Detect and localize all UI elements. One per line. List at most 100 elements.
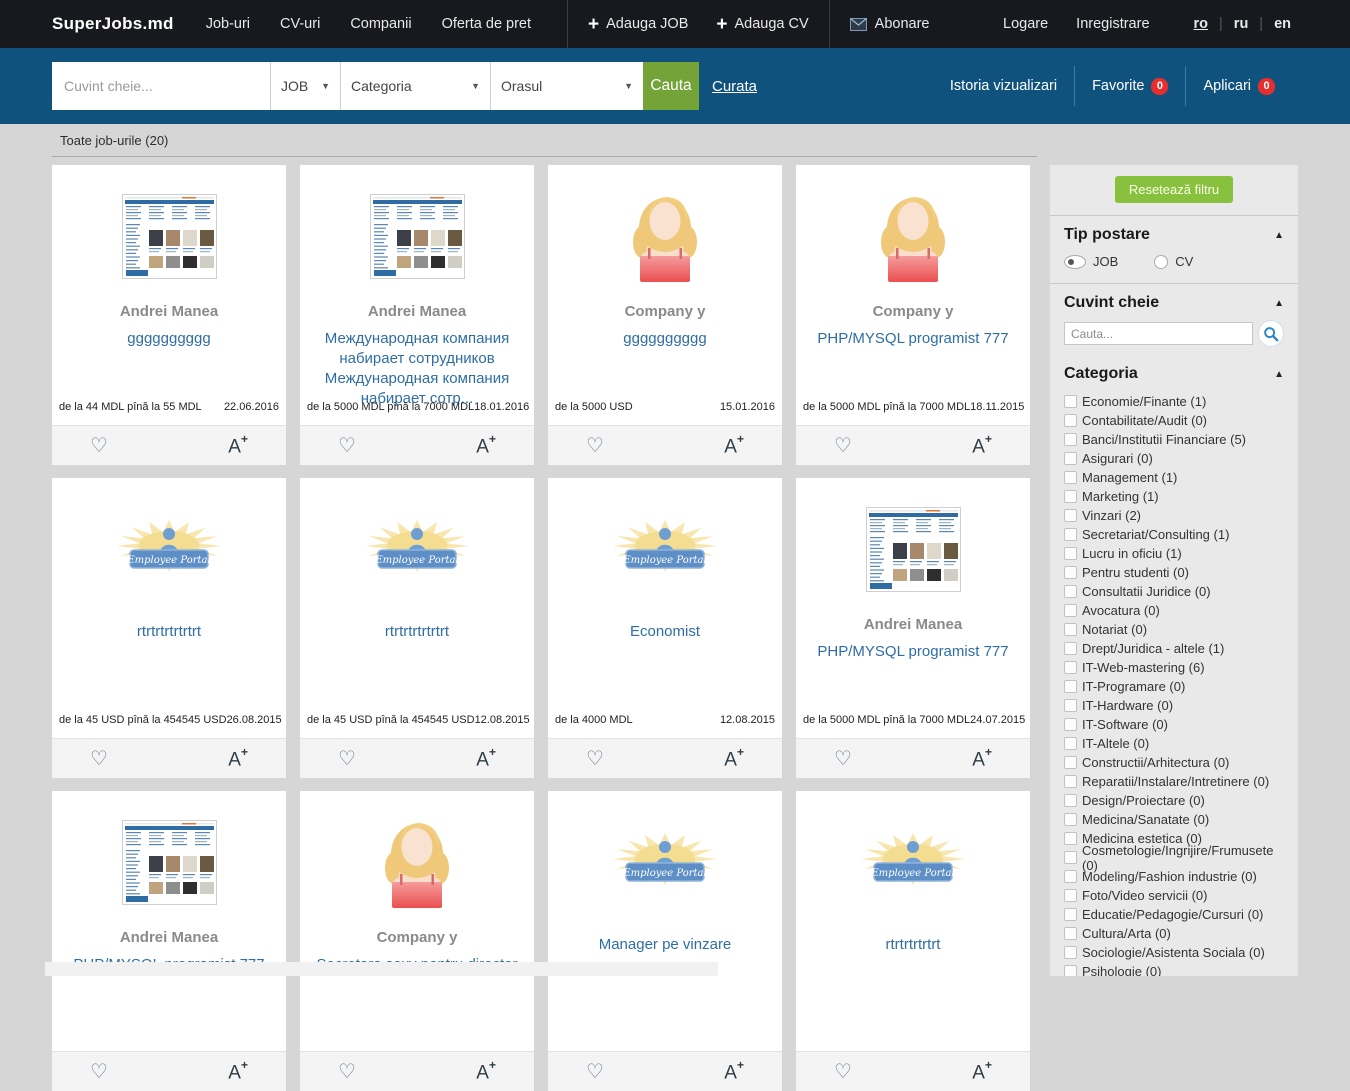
apply-icon[interactable]: A+: [476, 1061, 496, 1082]
category-checkbox-item[interactable]: Asigurari (0): [1064, 449, 1284, 468]
menu-item-oferta[interactable]: Oferta de pret: [442, 16, 531, 32]
category-checkbox-item[interactable]: Sociologie/Asistenta Sociala (0): [1064, 943, 1284, 962]
add-job-button[interactable]: + Adauga JOB: [588, 15, 688, 34]
apply-icon[interactable]: A+: [724, 1061, 744, 1082]
job-title-link[interactable]: gggggggggg: [52, 329, 286, 349]
checkbox-icon[interactable]: [1064, 395, 1077, 408]
category-checkbox-item[interactable]: Medicina/Sanatate (0): [1064, 810, 1284, 829]
post-type-radio-label[interactable]: CV: [1175, 254, 1193, 269]
category-checkbox-item[interactable]: Lucru in oficiu (1): [1064, 544, 1284, 563]
collapse-arrow-icon[interactable]: ▲: [1274, 369, 1284, 380]
apply-icon[interactable]: A+: [476, 748, 496, 769]
checkbox-icon[interactable]: [1064, 851, 1077, 864]
favorite-heart-icon[interactable]: ♡: [338, 1062, 356, 1082]
checkbox-icon[interactable]: [1064, 870, 1077, 883]
apply-icon[interactable]: A+: [972, 748, 992, 769]
category-checkbox-item[interactable]: Drept/Juridica - altele (1): [1064, 639, 1284, 658]
apply-icon[interactable]: A+: [724, 435, 744, 456]
collapse-arrow-icon[interactable]: ▲: [1274, 230, 1284, 241]
checkbox-icon[interactable]: [1064, 718, 1077, 731]
job-title-link[interactable]: rtrtrtrtrtrt: [796, 935, 1030, 955]
apply-icon[interactable]: A+: [228, 748, 248, 769]
login-link[interactable]: Logare: [1003, 16, 1048, 32]
checkbox-icon[interactable]: [1064, 547, 1077, 560]
favorite-heart-icon[interactable]: ♡: [586, 436, 604, 456]
category-checkbox-item[interactable]: Contabilitate/Audit (0): [1064, 411, 1284, 430]
lang-en[interactable]: en: [1270, 16, 1295, 32]
checkbox-icon[interactable]: [1064, 946, 1077, 959]
category-checkbox-item[interactable]: Foto/Video servicii (0): [1064, 886, 1284, 905]
category-checkbox-item[interactable]: Design/Proiectare (0): [1064, 791, 1284, 810]
checkbox-icon[interactable]: [1064, 699, 1077, 712]
job-card-image[interactable]: [548, 177, 782, 295]
apply-icon[interactable]: A+: [228, 1061, 248, 1082]
category-checkbox-item[interactable]: IT-Hardware (0): [1064, 696, 1284, 715]
lang-ru[interactable]: ru: [1230, 16, 1253, 32]
category-checkbox-item[interactable]: Marketing (1): [1064, 487, 1284, 506]
search-button[interactable]: Cauta: [643, 62, 699, 110]
job-title-link[interactable]: PHP/MYSQL programist 777: [796, 642, 1030, 662]
category-checkbox-item[interactable]: Educatie/Pedagogie/Cursuri (0): [1064, 905, 1284, 924]
register-link[interactable]: Inregistrare: [1076, 16, 1149, 32]
apply-icon[interactable]: A+: [972, 1061, 992, 1082]
checkbox-icon[interactable]: [1064, 680, 1077, 693]
category-checkbox-item[interactable]: Secretariat/Consulting (1): [1064, 525, 1284, 544]
job-card-image[interactable]: [300, 803, 534, 921]
job-card-image[interactable]: Employee Portal: [796, 803, 1030, 921]
job-card-image[interactable]: Employee Portal: [548, 490, 782, 608]
checkbox-icon[interactable]: [1064, 737, 1077, 750]
history-link[interactable]: Istoria vizualizari: [933, 66, 1074, 106]
checkbox-icon[interactable]: [1064, 509, 1077, 522]
checkbox-icon[interactable]: [1064, 452, 1077, 465]
category-checkbox-item[interactable]: IT-Programare (0): [1064, 677, 1284, 696]
category-checkbox-item[interactable]: Avocatura (0): [1064, 601, 1284, 620]
favorite-heart-icon[interactable]: ♡: [834, 1062, 852, 1082]
checkbox-icon[interactable]: [1064, 566, 1077, 579]
lang-ro[interactable]: ro: [1190, 16, 1213, 32]
category-checkbox-item[interactable]: Cosmetologie/Ingrijire/Frumusete (0): [1064, 848, 1284, 867]
favorite-heart-icon[interactable]: ♡: [90, 436, 108, 456]
checkbox-icon[interactable]: [1064, 471, 1077, 484]
checkbox-icon[interactable]: [1064, 414, 1077, 427]
subscribe-button[interactable]: Abonare: [850, 16, 930, 32]
category-checkbox-item[interactable]: Reparatii/Instalare/Intretinere (0): [1064, 772, 1284, 791]
checkbox-icon[interactable]: [1064, 794, 1077, 807]
checkbox-icon[interactable]: [1064, 775, 1077, 788]
job-title-link[interactable]: Economist: [548, 622, 782, 642]
apply-icon[interactable]: A+: [972, 435, 992, 456]
job-title-link[interactable]: rtrtrtrtrtrtrt: [52, 622, 286, 642]
category-checkbox-item[interactable]: Psihologie (0): [1064, 962, 1284, 976]
menu-item-companii[interactable]: Companii: [350, 16, 411, 32]
checkbox-icon[interactable]: [1064, 623, 1077, 636]
favorite-heart-icon[interactable]: ♡: [338, 436, 356, 456]
job-card-image[interactable]: Employee Portal: [300, 490, 534, 608]
job-title-link[interactable]: rtrtrtrtrtrtrt: [300, 622, 534, 642]
type-select[interactable]: JOB ▼: [270, 62, 340, 110]
reset-filter-button[interactable]: Resetează filtru: [1115, 176, 1233, 203]
category-checkbox-item[interactable]: Banci/Institutii Financiare (5): [1064, 430, 1284, 449]
category-checkbox-item[interactable]: Consultatii Juridice (0): [1064, 582, 1284, 601]
checkbox-icon[interactable]: [1064, 585, 1077, 598]
job-card-image[interactable]: Employee Portal: [52, 490, 286, 608]
checkbox-icon[interactable]: [1064, 756, 1077, 769]
category-checkbox-item[interactable]: Pentru studenti (0): [1064, 563, 1284, 582]
category-checkbox-item[interactable]: Management (1): [1064, 468, 1284, 487]
job-card-image[interactable]: [300, 177, 534, 295]
collapse-arrow-icon[interactable]: ▲: [1274, 298, 1284, 309]
job-card-image[interactable]: [52, 803, 286, 921]
job-card-image[interactable]: [796, 490, 1030, 608]
checkbox-icon[interactable]: [1064, 528, 1077, 541]
job-card-image[interactable]: Employee Portal: [548, 803, 782, 921]
apply-icon[interactable]: A+: [476, 435, 496, 456]
sidebar-keyword-input[interactable]: [1064, 322, 1253, 345]
category-select[interactable]: Categoria ▼: [340, 62, 490, 110]
checkbox-icon[interactable]: [1064, 832, 1077, 845]
checkbox-icon[interactable]: [1064, 433, 1077, 446]
add-cv-button[interactable]: + Adauga CV: [716, 15, 808, 34]
apply-icon[interactable]: A+: [228, 435, 248, 456]
keyword-search-input[interactable]: [52, 62, 270, 110]
favorite-heart-icon[interactable]: ♡: [586, 1062, 604, 1082]
checkbox-icon[interactable]: [1064, 490, 1077, 503]
post-type-radio-label[interactable]: JOB: [1093, 254, 1118, 269]
menu-item-joburi[interactable]: Job-uri: [206, 16, 250, 32]
